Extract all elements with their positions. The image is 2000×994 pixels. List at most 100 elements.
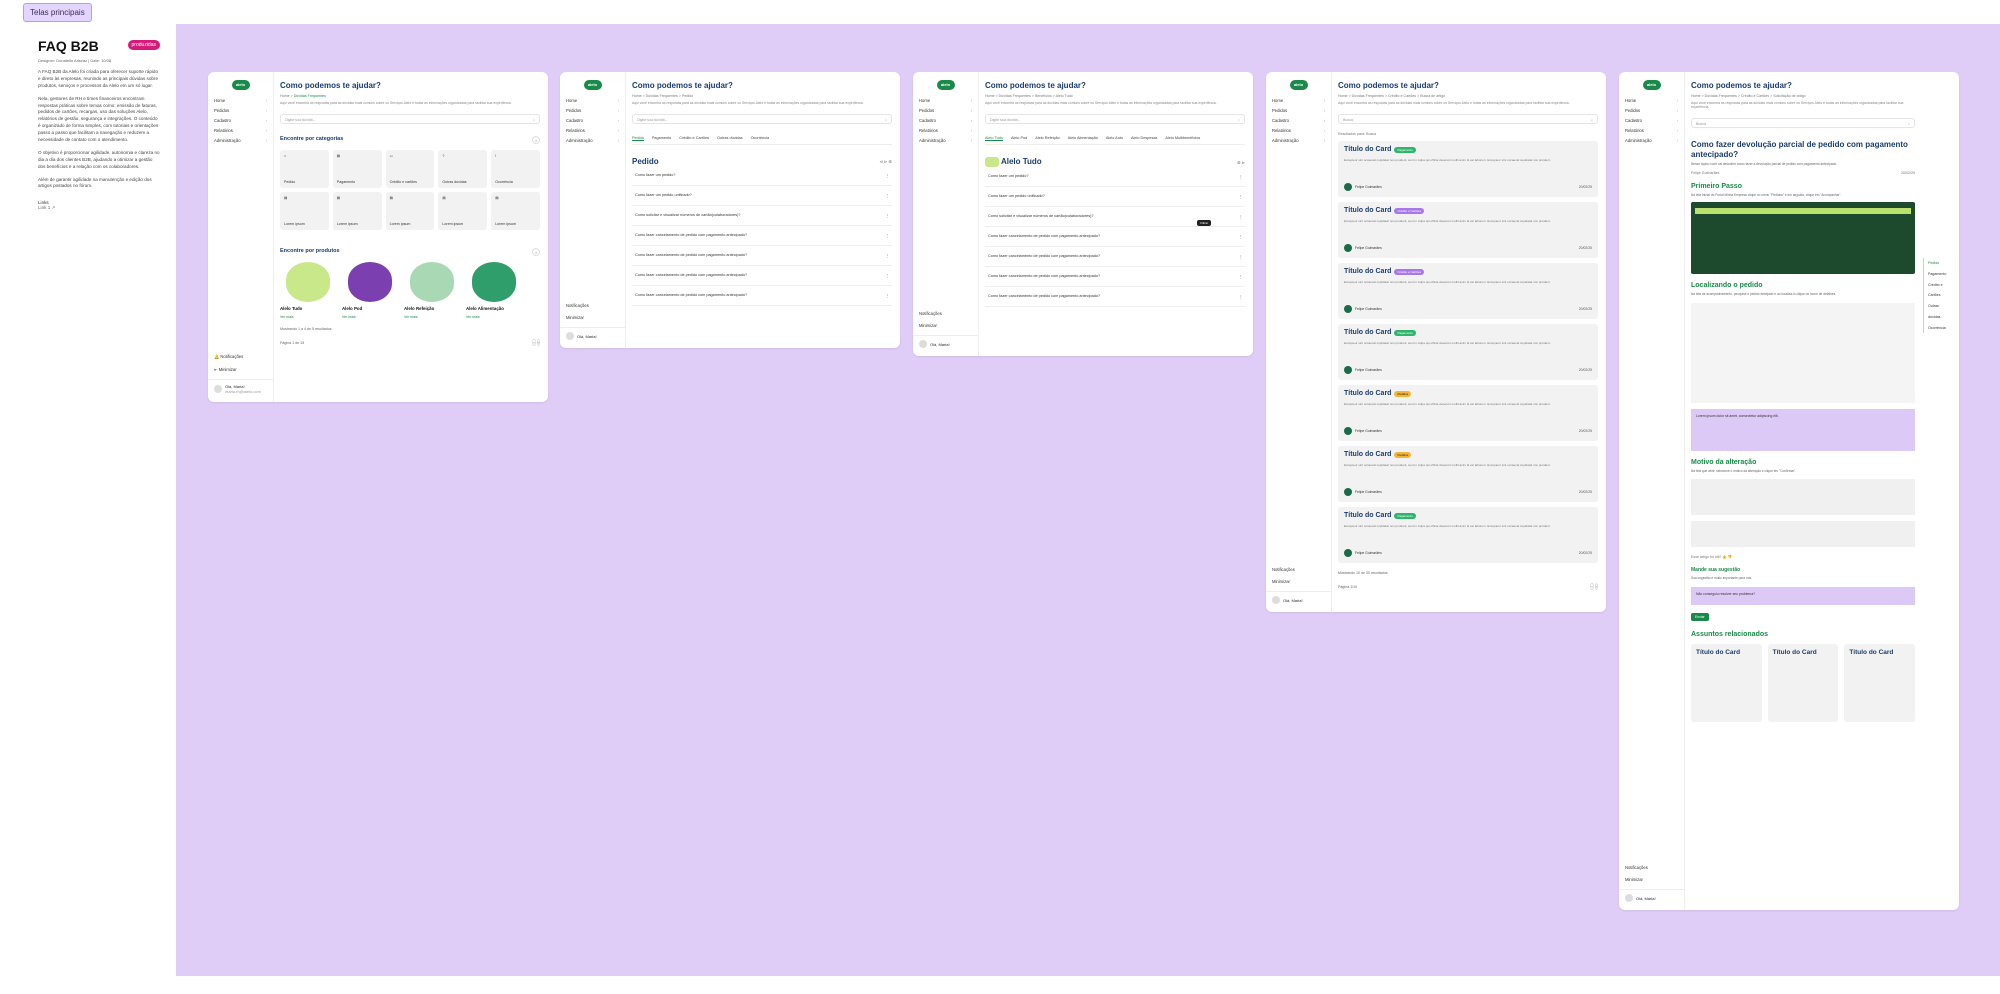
user-menu[interactable]: Olá, Maria! [1619, 889, 1685, 906]
chevron-right-icon[interactable]: › [532, 248, 540, 256]
tab-alelo-despesas[interactable]: Alelo Despesas [1131, 136, 1157, 141]
search-input[interactable]: Digite sua dúvida... ⌕ [985, 114, 1245, 124]
tab-alelo-multi[interactable]: Alelo Multibenefícios [1165, 136, 1200, 141]
sidebar-item[interactable]: Administração › [208, 136, 273, 145]
send-button[interactable]: Enviar [1691, 612, 1709, 621]
sidebar-item[interactable]: Pedidos › [1619, 106, 1684, 115]
sidebar-item[interactable]: Home › [208, 96, 273, 105]
sidebar-item[interactable]: Relatórios › [560, 126, 625, 135]
result-card[interactable]: Título do Card Pedidos Excepteur sint occa… [1338, 385, 1598, 441]
question-item[interactable]: Como fazer cancelamento de pedido com pa… [985, 267, 1245, 287]
sidebar-item[interactable]: Relatórios › [1619, 126, 1684, 135]
question-item[interactable]: Como fazer um pedido? ⋮ [985, 167, 1245, 187]
prev-page-button[interactable]: ‹ [1590, 583, 1594, 590]
user-menu[interactable]: Olá, Maria! maria.rh@alelo.com [208, 379, 274, 398]
toc-item[interactable]: Crédito e Cartões [1928, 283, 1943, 298]
minimize-button[interactable]: Minimizar [560, 312, 626, 323]
category-card[interactable]: ? Outras dúvidas [438, 150, 488, 188]
search-input[interactable]: Busca ⌕ [1338, 114, 1598, 124]
sidebar-item[interactable]: Relatórios › [913, 126, 978, 135]
next-page-button[interactable]: › [1594, 583, 1598, 590]
prev-page-button[interactable]: ‹ [532, 339, 536, 346]
sidebar-item[interactable]: Cadastro › [560, 116, 625, 125]
result-card[interactable]: Título do Card Pagamento Excepteur sint oc… [1338, 141, 1598, 197]
sidebar-item[interactable]: Home › [1619, 96, 1684, 105]
related-card[interactable]: Título do Card [1767, 643, 1839, 722]
sidebar-item[interactable]: Administração › [913, 136, 978, 145]
sidebar-item[interactable]: Administração › [1619, 136, 1684, 145]
result-card[interactable]: Título do Card Crédito e Cartões Excepteur… [1338, 202, 1598, 258]
category-card[interactable]: ▤ Lorem ipsum [332, 192, 382, 230]
toc-item[interactable]: Ocorrência [1928, 326, 1946, 330]
sidebar-item[interactable]: Pedidos › [208, 106, 273, 115]
notifications-button[interactable]: 🔔 Notificações [208, 351, 274, 363]
toc-item[interactable]: Outras dúvidas [1928, 304, 1940, 319]
question-item[interactable]: Como fazer cancelamento de pedido com pa… [985, 247, 1245, 267]
sidebar-item[interactable]: Relatórios › [208, 126, 273, 135]
toc-item[interactable]: Pedido [1928, 261, 1939, 265]
minimize-button[interactable]: Minimizar [1619, 874, 1685, 885]
category-card[interactable]: ! Ocorrência [491, 150, 540, 188]
tab-outras[interactable]: Outras dúvidas [717, 136, 743, 141]
question-item[interactable]: Como fazer cancelamento de pedido com pa… [985, 287, 1245, 307]
tab-alelo-tudo[interactable]: Alelo Tudo [985, 136, 1003, 141]
tab-pagamento[interactable]: Pagamento [652, 136, 671, 141]
minimize-button[interactable]: ⇤ Minimizar [208, 364, 274, 375]
question-item[interactable]: Como fazer cancelamento de pedido com pa… [632, 286, 892, 306]
sidebar-item[interactable]: Home › [913, 96, 978, 105]
search-input[interactable]: Digite sua dúvida... ⌕ [632, 114, 892, 124]
question-item[interactable]: Como fazer cancelamento de pedido com pa… [632, 226, 892, 246]
search-input[interactable]: Digite sua dúvida... ⌕ [280, 114, 540, 124]
sidebar-item[interactable]: Home › [1266, 96, 1331, 105]
sidebar-item[interactable]: Home › [560, 96, 625, 105]
sidebar-item[interactable]: Pedidos › [913, 106, 978, 115]
category-card[interactable]: ▤ Lorem ipsum [385, 192, 435, 230]
product-card[interactable]: Alelo Tudo Ver mais [280, 262, 336, 319]
result-card[interactable]: Título do Card Crédito e Cartões Excepteur… [1338, 263, 1598, 319]
category-card[interactable]: ▤ Lorem ipsum [491, 192, 540, 230]
question-item[interactable]: Como fazer cancelamento de pedido com pa… [632, 266, 892, 286]
next-page-button[interactable]: › [536, 339, 540, 346]
sidebar-item[interactable]: Administração › [1266, 136, 1331, 145]
product-card[interactable]: Alelo Refeição Ver mais [404, 262, 460, 319]
product-card[interactable]: Alelo Alimentação Ver mais [466, 262, 522, 319]
notifications-button[interactable]: Notificações [560, 300, 626, 311]
sidebar-item[interactable]: Cadastro › [913, 116, 978, 125]
category-card[interactable]: ⌂ Pedido [280, 150, 329, 188]
doc-link[interactable]: Link 1 ↗ [38, 205, 160, 211]
notifications-button[interactable]: Notificações [1266, 564, 1332, 575]
question-item[interactable]: Como fazer um pedido? ⋮ [632, 166, 892, 186]
sidebar-item[interactable]: Administração › [560, 136, 625, 145]
result-card[interactable]: Título do Card Pagamento Excepteur sint oc… [1338, 324, 1598, 380]
user-menu[interactable]: Olá, Maria! [1266, 591, 1332, 608]
notifications-button[interactable]: Notificações [913, 308, 979, 319]
tab-alelo-alimentacao[interactable]: Alelo Alimentação [1068, 136, 1098, 141]
question-item[interactable]: Como fazer um pedido unificado? ⋮ [985, 187, 1245, 207]
user-menu[interactable]: Olá, Maria! [913, 335, 979, 352]
tab-credito[interactable]: Crédito e Cartões [679, 136, 709, 141]
chevron-right-icon[interactable]: › [532, 136, 540, 144]
thumbs-up-icon[interactable]: 👍 [1722, 555, 1726, 559]
sidebar-item[interactable]: Pedidos › [1266, 106, 1331, 115]
tab-alelo-auto[interactable]: Alelo Auto [1106, 136, 1123, 141]
thumbs-down-icon[interactable]: 👎 [1728, 555, 1732, 559]
category-card[interactable]: ▤ Lorem ipsum [438, 192, 488, 230]
category-card[interactable]: ▤ Pagamento [332, 150, 382, 188]
result-card[interactable]: Título do Card Pagamento Excepteur sint oc… [1338, 507, 1598, 563]
tab-alelo-refeicao[interactable]: Alelo Refeição [1035, 136, 1059, 141]
minimize-button[interactable]: Minimizar [913, 320, 979, 331]
question-item[interactable]: Como solicitar e visualizar números de c… [632, 206, 892, 226]
tab-alelo-pod[interactable]: Alelo Pod [1011, 136, 1027, 141]
sidebar-item[interactable]: Relatórios › [1266, 126, 1331, 135]
minimize-button[interactable]: Minimizar [1266, 576, 1332, 587]
sidebar-item[interactable]: Cadastro › [1619, 116, 1684, 125]
related-card[interactable]: Título do Card [1844, 643, 1915, 722]
product-card[interactable]: Alelo Pod Ver mais [342, 262, 398, 319]
category-card[interactable]: ▤ Lorem ipsum [280, 192, 329, 230]
question-item[interactable]: Como fazer cancelamento de pedido com pa… [632, 246, 892, 266]
tab-pedido[interactable]: Pedido [632, 136, 644, 141]
user-menu[interactable]: Olá, Maria! [560, 327, 626, 344]
toc-item[interactable]: Pagamento [1928, 272, 1946, 276]
category-card[interactable]: ▭ Crédito e cartões [385, 150, 435, 188]
sidebar-item[interactable]: Pedidos › [560, 106, 625, 115]
